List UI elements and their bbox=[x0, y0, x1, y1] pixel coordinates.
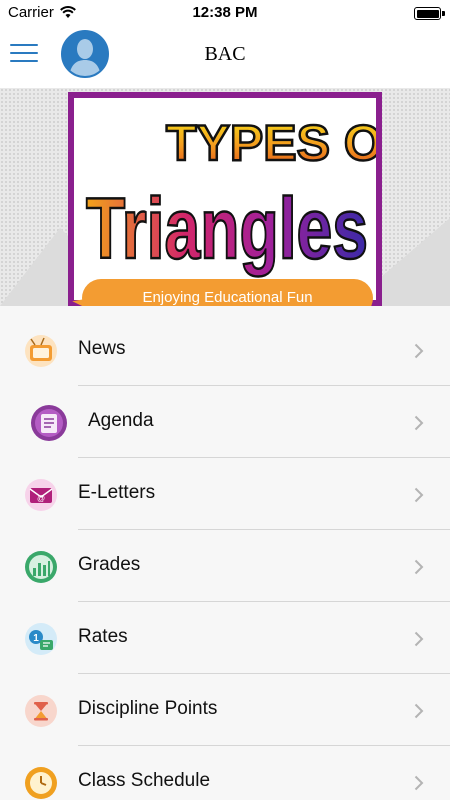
tagline-bubble: Enjoying Educational Fun bbox=[82, 279, 373, 306]
main-menu-list: News Agenda @ E-Letters Grades 1 Rates D… bbox=[0, 314, 450, 800]
chevron-right-icon bbox=[414, 343, 424, 359]
battery-level-fill bbox=[416, 9, 439, 18]
menu-item-rates[interactable]: 1 Rates bbox=[0, 602, 450, 674]
battery-tip bbox=[442, 11, 445, 16]
menu-item-grades[interactable]: Grades bbox=[0, 530, 450, 602]
menu-item-class-schedule[interactable]: Class Schedule bbox=[0, 746, 450, 800]
poster-artwork: TYPES OF Triangles bbox=[85, 114, 376, 279]
email-icon: @ bbox=[25, 479, 57, 511]
chevron-right-icon bbox=[414, 415, 424, 431]
svg-text:1: 1 bbox=[33, 633, 39, 644]
menu-item-label: Grades bbox=[78, 554, 141, 575]
menu-item-discipline-points[interactable]: Discipline Points bbox=[0, 674, 450, 746]
agenda-icon bbox=[31, 405, 67, 441]
hourglass-icon bbox=[25, 695, 57, 727]
status-bar: Carrier 12:38 PM bbox=[0, 0, 450, 26]
chevron-right-icon bbox=[414, 703, 424, 719]
chevron-right-icon bbox=[414, 559, 424, 575]
menu-item-label: Discipline Points bbox=[78, 698, 218, 719]
banner-poster: TYPES OF Triangles bbox=[68, 92, 382, 306]
menu-item-agenda[interactable]: Agenda bbox=[0, 386, 450, 458]
menu-item-label: Class Schedule bbox=[78, 770, 211, 791]
svg-text:@: @ bbox=[37, 494, 45, 503]
menu-item-label: E-Letters bbox=[78, 482, 156, 503]
battery-icon bbox=[414, 7, 441, 20]
grades-chart-icon bbox=[25, 551, 57, 583]
navigation-bar: BAC bbox=[0, 26, 450, 88]
poster-line1: TYPES OF bbox=[166, 115, 376, 171]
rates-icon: 1 bbox=[25, 623, 57, 655]
menu-item-label: Rates bbox=[78, 626, 128, 647]
tv-news-icon bbox=[25, 335, 57, 367]
menu-item-label: Agenda bbox=[88, 410, 154, 431]
menu-item-e-letters[interactable]: @ E-Letters bbox=[0, 458, 450, 530]
menu-item-label: News bbox=[78, 338, 126, 359]
chevron-right-icon bbox=[414, 487, 424, 503]
chevron-right-icon bbox=[414, 631, 424, 647]
menu-item-news[interactable]: News bbox=[0, 314, 450, 386]
clock-icon bbox=[25, 767, 57, 799]
status-time: 12:38 PM bbox=[192, 4, 258, 21]
header-banner: TYPES OF Triangles Enjoying Educational … bbox=[0, 88, 450, 306]
poster-line2: Triangles bbox=[86, 181, 368, 277]
chevron-right-icon bbox=[414, 775, 424, 791]
page-title: BAC bbox=[204, 43, 246, 65]
